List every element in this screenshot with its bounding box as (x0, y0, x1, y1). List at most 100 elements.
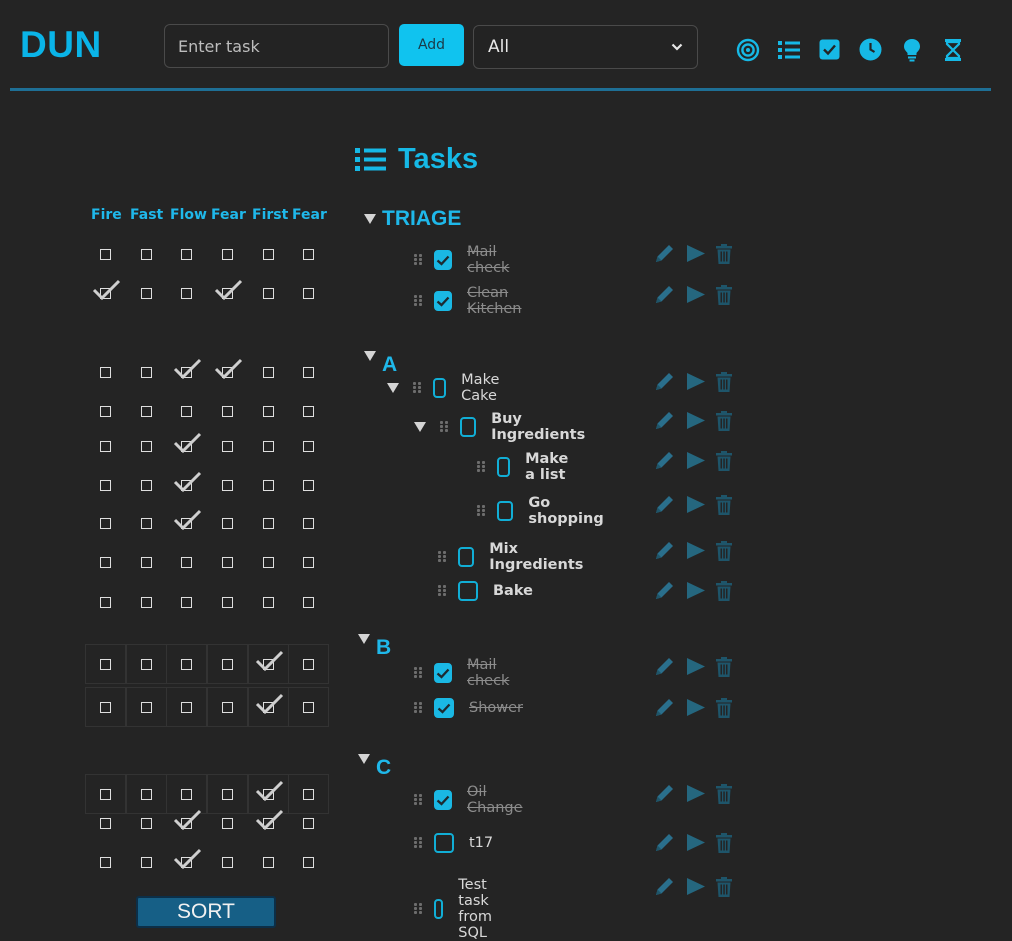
trash-icon[interactable] (716, 580, 732, 605)
matrix-checkbox[interactable] (248, 806, 288, 840)
matrix-checkbox[interactable] (85, 506, 125, 540)
group-header[interactable]: TRIAGE (364, 207, 461, 231)
matrix-checkbox[interactable] (126, 355, 166, 389)
play-icon[interactable] (686, 877, 706, 900)
matrix-checkbox[interactable] (126, 806, 166, 840)
collapse-triangle-icon[interactable] (414, 422, 426, 432)
matrix-checkbox[interactable] (288, 690, 328, 724)
matrix-checkbox[interactable] (248, 506, 288, 540)
matrix-checkbox[interactable] (207, 585, 247, 619)
matrix-checkbox[interactable] (166, 237, 206, 271)
collapse-triangle-icon[interactable] (387, 383, 399, 393)
play-icon[interactable] (686, 698, 706, 721)
matrix-checkbox[interactable] (207, 506, 247, 540)
drag-handle-icon[interactable] (438, 585, 446, 597)
matrix-checkbox[interactable] (207, 690, 247, 724)
matrix-checkbox[interactable] (248, 429, 288, 463)
play-icon[interactable] (686, 495, 706, 518)
matrix-checkbox[interactable] (288, 276, 328, 310)
task-checkbox[interactable] (433, 378, 447, 398)
matrix-checkbox[interactable] (248, 585, 288, 619)
edit-pencil-icon[interactable] (653, 283, 676, 310)
matrix-checkbox[interactable] (166, 394, 206, 428)
task-checkbox[interactable] (497, 501, 514, 521)
matrix-checkbox[interactable] (166, 647, 206, 681)
matrix-checkbox[interactable] (85, 647, 125, 681)
task-checkbox[interactable] (434, 663, 452, 683)
play-icon[interactable] (686, 833, 706, 856)
matrix-checkbox[interactable] (248, 355, 288, 389)
matrix-checkbox[interactable] (126, 237, 166, 271)
matrix-checkbox[interactable] (126, 845, 166, 879)
play-icon[interactable] (686, 784, 706, 807)
trash-icon[interactable] (716, 243, 732, 268)
edit-pencil-icon[interactable] (653, 242, 676, 269)
drag-handle-icon[interactable] (438, 551, 446, 563)
play-icon[interactable] (686, 411, 706, 434)
group-header[interactable]: C (358, 742, 391, 780)
checkbox-icon[interactable] (817, 37, 842, 62)
matrix-checkbox[interactable] (207, 237, 247, 271)
task-input[interactable] (164, 24, 389, 68)
matrix-checkbox[interactable] (288, 394, 328, 428)
matrix-checkbox[interactable] (166, 806, 206, 840)
play-icon[interactable] (686, 244, 706, 267)
matrix-checkbox[interactable] (85, 468, 125, 502)
matrix-checkbox[interactable] (126, 506, 166, 540)
matrix-checkbox[interactable] (248, 647, 288, 681)
play-icon[interactable] (686, 372, 706, 395)
trash-icon[interactable] (716, 783, 732, 808)
matrix-checkbox[interactable] (248, 690, 288, 724)
drag-handle-icon[interactable] (477, 505, 485, 517)
collapse-triangle-icon[interactable] (364, 214, 376, 224)
collapse-triangle-icon[interactable] (358, 754, 370, 764)
matrix-checkbox[interactable] (166, 845, 206, 879)
group-header[interactable]: B (358, 622, 391, 660)
trash-icon[interactable] (716, 450, 732, 475)
collapse-triangle-icon[interactable] (358, 634, 370, 644)
matrix-checkbox[interactable] (288, 845, 328, 879)
matrix-checkbox[interactable] (288, 585, 328, 619)
matrix-checkbox[interactable] (166, 506, 206, 540)
drag-handle-icon[interactable] (414, 295, 422, 307)
task-checkbox[interactable] (460, 417, 477, 437)
matrix-checkbox[interactable] (288, 355, 328, 389)
add-task-button[interactable]: Add (399, 24, 464, 66)
matrix-checkbox[interactable] (166, 429, 206, 463)
play-icon[interactable] (686, 285, 706, 308)
matrix-checkbox[interactable] (126, 647, 166, 681)
matrix-checkbox[interactable] (288, 545, 328, 579)
matrix-checkbox[interactable] (126, 394, 166, 428)
matrix-checkbox[interactable] (166, 276, 206, 310)
matrix-checkbox[interactable] (207, 429, 247, 463)
trash-icon[interactable] (716, 876, 732, 901)
play-icon[interactable] (686, 451, 706, 474)
matrix-checkbox[interactable] (248, 845, 288, 879)
matrix-checkbox[interactable] (207, 806, 247, 840)
task-checkbox[interactable] (458, 547, 475, 567)
task-checkbox[interactable] (434, 899, 444, 919)
edit-pencil-icon[interactable] (653, 449, 676, 476)
matrix-checkbox[interactable] (85, 845, 125, 879)
edit-pencil-icon[interactable] (653, 579, 676, 606)
drag-handle-icon[interactable] (414, 702, 422, 714)
task-checkbox[interactable] (434, 250, 452, 270)
matrix-checkbox[interactable] (85, 545, 125, 579)
matrix-checkbox[interactable] (248, 237, 288, 271)
matrix-checkbox[interactable] (126, 545, 166, 579)
edit-pencil-icon[interactable] (653, 831, 676, 858)
edit-pencil-icon[interactable] (653, 409, 676, 436)
matrix-checkbox[interactable] (166, 468, 206, 502)
edit-pencil-icon[interactable] (653, 655, 676, 682)
matrix-checkbox[interactable] (248, 545, 288, 579)
matrix-checkbox[interactable] (85, 806, 125, 840)
matrix-checkbox[interactable] (288, 237, 328, 271)
matrix-checkbox[interactable] (288, 806, 328, 840)
matrix-checkbox[interactable] (126, 276, 166, 310)
matrix-checkbox[interactable] (85, 237, 125, 271)
filter-select[interactable]: All (473, 25, 698, 69)
edit-pencil-icon[interactable] (653, 875, 676, 902)
matrix-checkbox[interactable] (207, 468, 247, 502)
drag-handle-icon[interactable] (477, 461, 485, 473)
target-icon[interactable] (735, 37, 760, 62)
